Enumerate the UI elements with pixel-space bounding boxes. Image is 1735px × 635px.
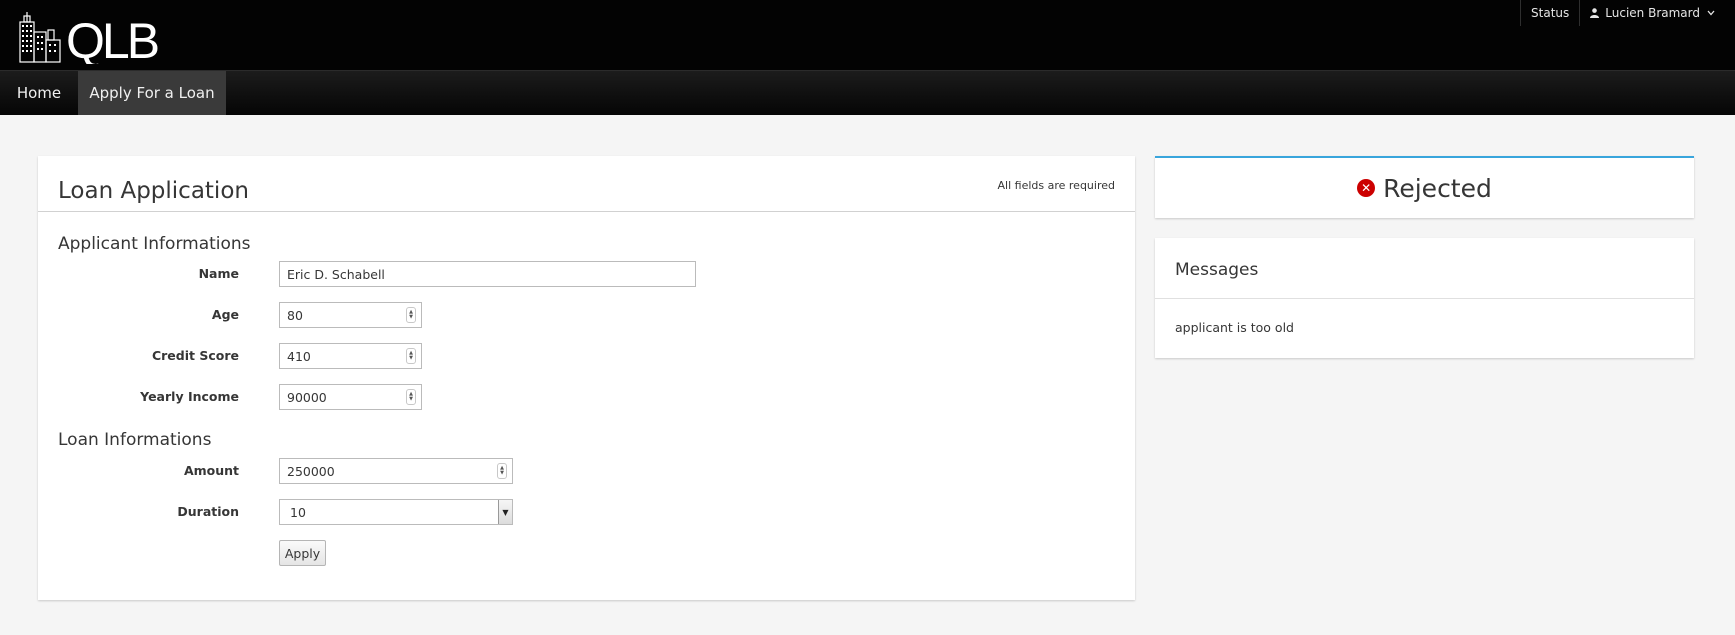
chevron-down-icon bbox=[1707, 10, 1715, 16]
message-item: applicant is too old bbox=[1175, 320, 1294, 335]
user-name: Lucien Bramard bbox=[1605, 6, 1700, 20]
name-label: Name bbox=[198, 266, 239, 281]
yearly-income-stepper-icon[interactable]: ▲ ▼ bbox=[406, 389, 416, 405]
age-stepper-icon[interactable]: ▲ ▼ bbox=[406, 307, 416, 323]
credit-score-label: Credit Score bbox=[151, 348, 239, 363]
rejected-icon: ✕ bbox=[1357, 179, 1376, 197]
apply-button[interactable]: Apply bbox=[279, 540, 326, 566]
main-navigation: Home Apply For a Loan bbox=[0, 71, 1735, 115]
status-text: Rejected bbox=[1383, 173, 1492, 203]
name-value: Eric D. Schabell bbox=[287, 266, 385, 282]
yearly-income-label: Yearly Income bbox=[140, 389, 239, 404]
name-field[interactable]: Eric D. Schabell bbox=[279, 261, 696, 287]
page-title: Loan Application bbox=[58, 178, 249, 204]
loan-application-card: Loan Application All fields are required… bbox=[38, 156, 1135, 600]
loan-section-title: Loan Informations bbox=[58, 430, 212, 450]
utility-menu: Status Lucien Bramard bbox=[1520, 0, 1725, 26]
credit-score-field[interactable]: 410 ▲ ▼ bbox=[279, 343, 422, 369]
status-card: ✕ Rejected bbox=[1155, 156, 1694, 218]
status-link[interactable]: Status bbox=[1520, 0, 1579, 26]
qlb-logo[interactable]: QLB bbox=[18, 8, 168, 64]
duration-label: Duration bbox=[177, 504, 239, 519]
age-label: Age bbox=[211, 307, 239, 322]
required-note: All fields are required bbox=[997, 179, 1115, 192]
amount-value: 250000 bbox=[287, 463, 335, 479]
dropdown-arrow-icon[interactable]: ▼ bbox=[498, 500, 512, 524]
messages-card: Messages applicant is too old bbox=[1155, 238, 1694, 358]
amount-stepper-icon[interactable]: ▲ ▼ bbox=[497, 463, 507, 479]
messages-divider bbox=[1155, 298, 1694, 299]
status-link-label: Status bbox=[1531, 6, 1570, 20]
age-value: 80 bbox=[287, 307, 303, 323]
amount-field[interactable]: 250000 ▲ ▼ bbox=[279, 458, 513, 484]
duration-value: 10 bbox=[290, 504, 306, 520]
top-header: QLB Status Lucien Bramard bbox=[0, 0, 1735, 71]
credit-score-value: 410 bbox=[287, 348, 311, 364]
messages-title: Messages bbox=[1175, 260, 1259, 280]
nav-home[interactable]: Home bbox=[0, 71, 78, 115]
applicant-section-title: Applicant Informations bbox=[58, 234, 251, 254]
user-icon bbox=[1590, 8, 1600, 18]
user-menu[interactable]: Lucien Bramard bbox=[1579, 0, 1725, 26]
age-field[interactable]: 80 ▲ ▼ bbox=[279, 302, 422, 328]
nav-apply-label: Apply For a Loan bbox=[89, 84, 215, 102]
nav-apply-for-loan[interactable]: Apply For a Loan bbox=[78, 71, 226, 115]
yearly-income-value: 90000 bbox=[287, 389, 327, 405]
duration-select[interactable]: 10 ▼ bbox=[279, 499, 513, 525]
nav-home-label: Home bbox=[16, 84, 62, 102]
title-divider bbox=[38, 211, 1135, 212]
credit-score-stepper-icon[interactable]: ▲ ▼ bbox=[406, 348, 416, 364]
yearly-income-field[interactable]: 90000 ▲ ▼ bbox=[279, 384, 422, 410]
logo-text: QLB bbox=[66, 13, 158, 64]
amount-label: Amount bbox=[183, 463, 239, 478]
